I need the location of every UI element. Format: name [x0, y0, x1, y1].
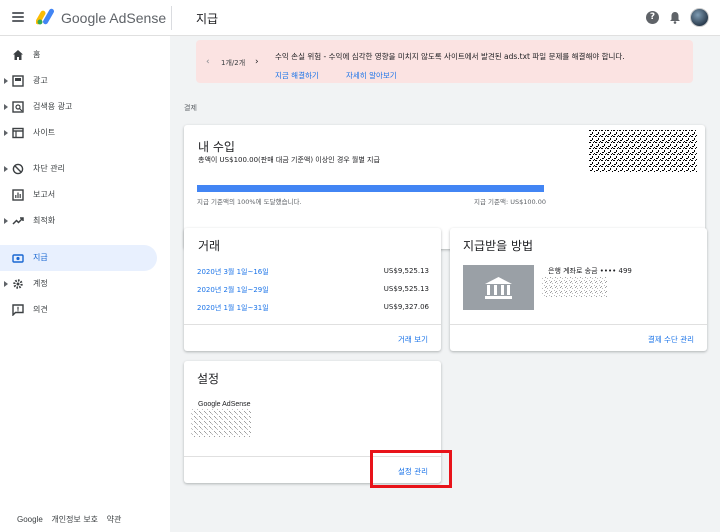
sidebar-item-home[interactable]: 홈	[0, 42, 157, 68]
alert-learn-more-link[interactable]: 자세히 알아보기	[346, 70, 397, 81]
alert-counter: 1개/2개	[221, 59, 246, 67]
footer-terms-link[interactable]: 약관	[107, 515, 122, 524]
redacted-settings-details	[191, 409, 251, 437]
sidebar-item-blocking[interactable]: 차단 관리	[0, 156, 157, 182]
sidebar-item-label: 광고	[33, 76, 48, 85]
alert-prev-chevron-icon[interactable]: ‹	[206, 57, 210, 67]
transaction-amount: US$9,525.13	[383, 285, 429, 293]
threshold-progress-bar	[197, 185, 544, 192]
sidebar-item-label: 차단 관리	[33, 164, 65, 173]
earnings-title: 내 수입	[198, 140, 235, 154]
settings-card: 설정 Google AdSense 설정 관리	[184, 361, 441, 483]
reports-icon	[12, 189, 24, 201]
sidebar-item-label: 검색용 광고	[33, 102, 73, 111]
settings-account-name: Google AdSense	[198, 401, 251, 408]
sidebar-item-label: 최적화	[33, 216, 56, 225]
sidebar-item-account[interactable]: 계정	[0, 271, 157, 297]
transaction-date-link[interactable]: 2020년 1월 1일~31일	[197, 304, 269, 312]
top-app-bar: Google AdSense 지급 ?	[0, 0, 720, 36]
settings-card-footer: 설정 관리	[184, 456, 441, 483]
manage-settings-link[interactable]: 설정 관리	[398, 466, 428, 477]
progress-fill	[197, 185, 544, 192]
sidebar-item-reports[interactable]: 보고서	[0, 182, 157, 208]
sidebar-nav: 홈 광고 검색용 광고 사이트 차단 관리 보고서 최적화 지급 계정 의견 G…	[0, 36, 170, 532]
search-ads-icon	[12, 101, 24, 113]
sidebar-item-sites[interactable]: 사이트	[0, 120, 157, 146]
manage-payment-methods-link[interactable]: 결제 수단 관리	[648, 334, 694, 345]
alert-fix-now-link[interactable]: 지금 해결하기	[275, 70, 319, 81]
transaction-row[interactable]: 2020년 3월 1일~16일 US$9,525.13	[197, 267, 429, 277]
account-avatar[interactable]	[690, 8, 709, 27]
menu-icon[interactable]	[12, 12, 24, 22]
earnings-subtitle: 총액이 US$100.00(판매 대금 기준액) 이상인 경우 월별 지급	[198, 156, 380, 164]
payments-icon	[12, 254, 24, 263]
sidebar-item-label: 사이트	[33, 128, 56, 137]
ads-txt-alert-banner: ‹ 1개/2개 › 수익 손실 위험 - 수익에 심각한 영향을 미치지 않도록…	[196, 40, 693, 83]
expand-caret-icon[interactable]	[4, 78, 8, 84]
expand-caret-icon[interactable]	[4, 281, 8, 287]
gear-icon	[13, 279, 23, 289]
footer-google-link[interactable]: Google	[17, 515, 43, 524]
ads-icon	[12, 75, 24, 87]
expand-caret-icon[interactable]	[4, 166, 8, 172]
bank-image	[463, 265, 534, 310]
feedback-icon	[12, 304, 24, 316]
section-label: 결제	[184, 104, 197, 112]
sidebar-item-search-ads[interactable]: 검색용 광고	[0, 94, 157, 120]
sidebar-item-label: 지급	[33, 253, 48, 262]
transactions-title: 거래	[198, 239, 221, 253]
alert-message: 수익 손실 위험 - 수익에 심각한 영향을 미치지 않도록 사이트에서 발견된…	[275, 52, 625, 61]
redacted-account-details	[542, 277, 607, 297]
sidebar-item-label: 의견	[33, 305, 48, 314]
expand-caret-icon[interactable]	[4, 130, 8, 136]
adsense-logo-icon	[36, 8, 54, 25]
bank-icon	[485, 277, 512, 299]
sidebar-item-label: 보고서	[33, 190, 56, 199]
help-icon[interactable]: ?	[646, 11, 659, 24]
redacted-balance	[589, 130, 697, 172]
alert-next-chevron-icon[interactable]: ›	[255, 57, 259, 67]
transactions-card: 거래 2020년 3월 1일~16일 US$9,525.13 2020년 2월 …	[184, 228, 441, 351]
block-icon	[12, 163, 24, 175]
home-icon	[13, 50, 23, 60]
page-title: 지급	[196, 12, 219, 26]
expand-caret-icon[interactable]	[4, 218, 8, 224]
sidebar-item-label: 계정	[33, 279, 48, 288]
payment-method-title: 지급받을 방법	[463, 239, 534, 253]
transaction-amount: US$9,327.06	[383, 303, 429, 311]
sidebar-item-label: 홈	[33, 50, 41, 59]
transaction-amount: US$9,525.13	[383, 267, 429, 275]
transaction-date-link[interactable]: 2020년 3월 1일~16일	[197, 268, 269, 276]
expand-caret-icon[interactable]	[4, 104, 8, 110]
main-content: ‹ 1개/2개 › 수익 손실 위험 - 수익에 심각한 영향을 미치지 않도록…	[171, 37, 720, 532]
sidebar-item-payments[interactable]: 지급	[0, 245, 157, 271]
payment-threshold: 지급 기준액: US$100.00	[474, 198, 546, 206]
sidebar-item-feedback[interactable]: 의견	[0, 297, 157, 323]
sites-icon	[12, 127, 24, 139]
header-divider	[171, 6, 172, 30]
progress-note: 지급 기준액의 100%에 도달했습니다.	[197, 198, 302, 206]
payment-method-card: 지급받을 방법 은행 계좌로 송금 •••• 499 결제 수단 관리	[450, 228, 707, 351]
sidebar-item-ads[interactable]: 광고	[0, 68, 157, 94]
settings-title: 설정	[197, 372, 220, 386]
view-transactions-link[interactable]: 거래 보기	[398, 334, 428, 345]
trending-up-icon	[12, 217, 24, 225]
footer-privacy-link[interactable]: 개인정보 보호	[51, 515, 98, 524]
payment-method-card-footer: 결제 수단 관리	[450, 324, 707, 351]
transaction-date-link[interactable]: 2020년 2월 1일~29일	[197, 286, 269, 294]
notifications-bell-icon[interactable]	[669, 11, 681, 24]
transaction-row[interactable]: 2020년 1월 1일~31일 US$9,327.06	[197, 303, 429, 313]
bank-account-label: 은행 계좌로 송금 •••• 499	[548, 267, 632, 275]
sidebar-item-optimization[interactable]: 최적화	[0, 208, 157, 234]
brand-name[interactable]: Google AdSense	[61, 10, 166, 26]
sidebar-footer: Google 개인정보 보호 약관	[17, 514, 127, 525]
transactions-card-footer: 거래 보기	[184, 324, 441, 351]
transaction-row[interactable]: 2020년 2월 1일~29일 US$9,525.13	[197, 285, 429, 295]
